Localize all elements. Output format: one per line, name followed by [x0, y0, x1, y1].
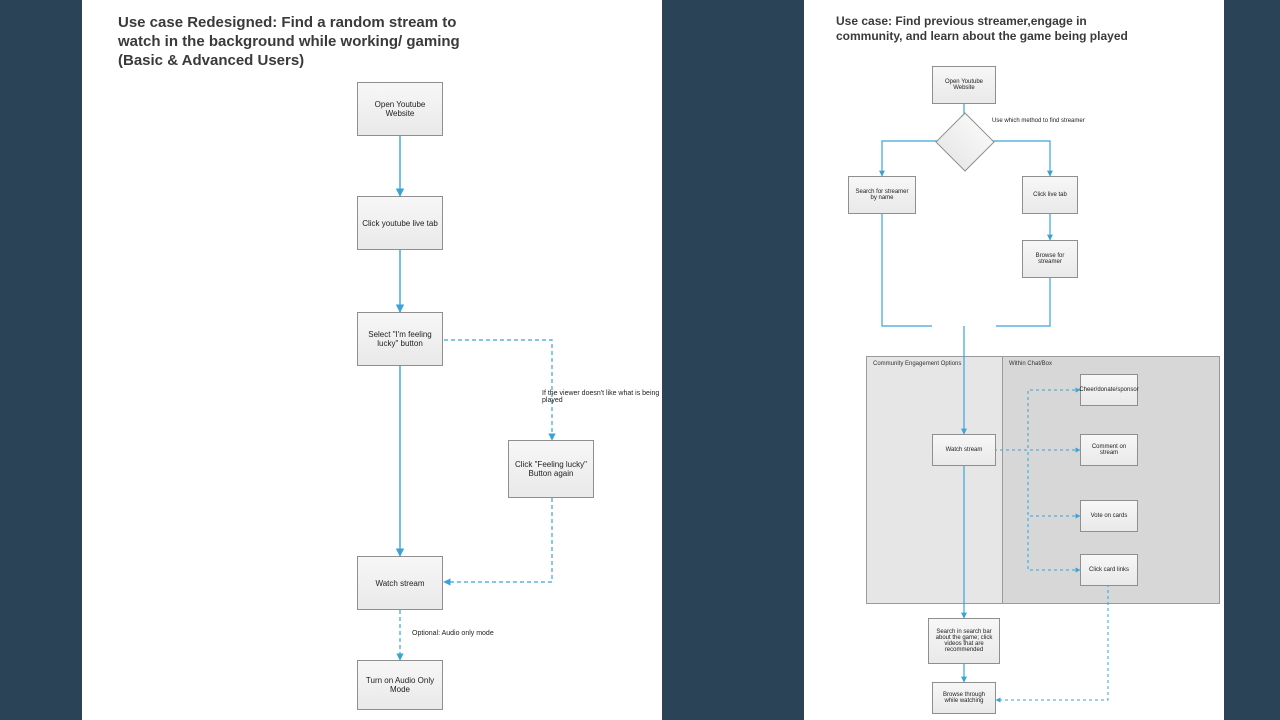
left-title: Use case Redesigned: Find a random strea… — [118, 14, 488, 70]
node-r-watch-stream: Watch stream — [932, 434, 996, 466]
node-feeling-lucky: Select "I'm feeling lucky" button — [357, 312, 443, 366]
node-feeling-lucky-again: Click "Feeling lucky" Button again — [508, 440, 594, 498]
node-watch-stream: Watch stream — [357, 556, 443, 610]
node-open-youtube: Open Youtube Website — [357, 82, 443, 136]
node-audio-only: Turn on Audio Only Mode — [357, 660, 443, 710]
node-search-about-game: Search in search bar about the game; cli… — [928, 618, 1000, 664]
decision-label: Use which method to find streamer — [992, 118, 1085, 124]
node-click-live-tab: Click youtube live tab — [357, 196, 443, 250]
node-browse-while-watching: Browse through while watching — [932, 682, 996, 714]
right-title: Use case: Find previous streamer,engage … — [836, 14, 1146, 44]
region-chatbox-label: Within Chat/Box — [1009, 361, 1052, 367]
annotation-optional-audio: Optional: Audio only mode — [412, 630, 494, 637]
right-flowchart-panel: Use case: Find previous streamer,engage … — [804, 0, 1224, 720]
node-browse-streamer: Browse for streamer — [1022, 240, 1078, 278]
node-search-streamer: Search for streamer by name — [848, 176, 916, 214]
node-r-open-youtube: Open Youtube Website — [932, 66, 996, 104]
node-cheer-donate: Cheer/donate/sponsor — [1080, 374, 1138, 406]
decision-find-method — [935, 112, 994, 171]
node-vote-cards: Vote on cards — [1080, 500, 1138, 532]
left-flowchart-panel: Use case Redesigned: Find a random strea… — [82, 0, 662, 720]
node-comment: Comment on stream — [1080, 434, 1138, 466]
annotation-dislike: If the viewer doesn't like what is being… — [542, 390, 662, 404]
node-click-card-links: Click card links — [1080, 554, 1138, 586]
region-community-label: Community Engagement Options — [873, 361, 961, 367]
node-click-live: Click live tab — [1022, 176, 1078, 214]
